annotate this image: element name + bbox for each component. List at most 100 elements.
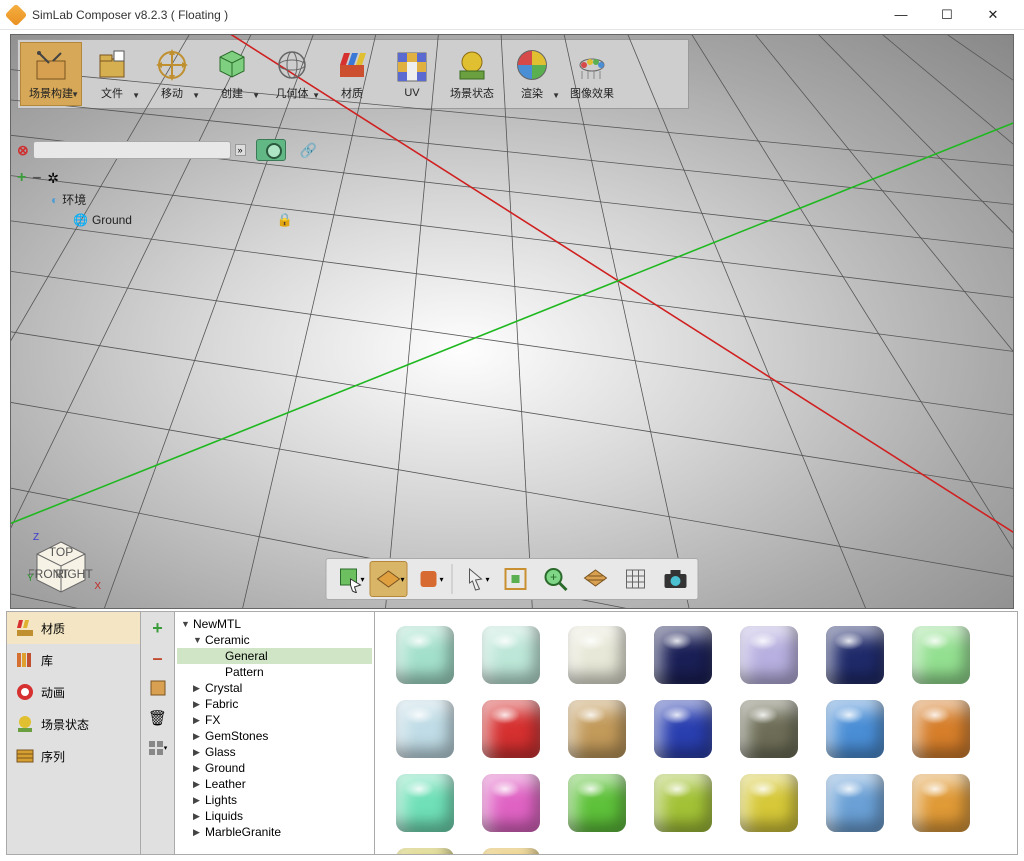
lower-panel: 材质库动画场景状态序列 + – 🗑 ▾ ▼NewMTL▼CeramicGener… — [6, 611, 1018, 855]
material-swatch[interactable] — [385, 842, 465, 854]
toolbar-image-fx-button[interactable]: 图像效果 — [562, 42, 622, 106]
chevron-down-icon: ▼ — [181, 619, 191, 629]
material-swatch[interactable] — [729, 768, 809, 838]
nav-scene-state[interactable]: 场景状态 — [7, 708, 140, 740]
grid-toggle-button[interactable]: ▾ — [370, 561, 408, 597]
add-material-icon[interactable]: + — [146, 618, 170, 638]
toolbar-create-button[interactable]: 创建▼ — [202, 42, 262, 106]
tree-node[interactable]: ▶FX — [177, 712, 372, 728]
snapshot-button[interactable] — [657, 561, 695, 597]
add-icon[interactable]: + — [17, 169, 26, 187]
tree-label: Liquids — [205, 809, 243, 823]
animation-icon — [15, 682, 35, 702]
wireframe-button[interactable] — [617, 561, 655, 597]
trash-icon[interactable]: 🗑 — [146, 708, 170, 728]
perspective-button[interactable] — [577, 561, 615, 597]
nav-animation[interactable]: 动画 — [7, 676, 140, 708]
material-swatch[interactable] — [557, 694, 637, 764]
material-swatch[interactable] — [385, 694, 465, 764]
tree-item-ground[interactable]: 🌐 Ground 🔒 — [17, 210, 317, 230]
toolbar-move-button[interactable]: 移动▼ — [142, 42, 202, 106]
tree-node[interactable]: General — [177, 648, 372, 664]
tree-label: Lights — [205, 793, 237, 807]
select-mode-button[interactable]: ▾ — [330, 561, 368, 597]
material-swatch[interactable] — [643, 768, 723, 838]
remove-icon[interactable]: – — [32, 169, 41, 187]
material-swatch[interactable] — [385, 768, 465, 838]
settings-icon[interactable]: ✲ — [47, 170, 59, 187]
nav-materials[interactable]: 材质 — [7, 612, 140, 644]
material-swatch[interactable] — [471, 620, 551, 690]
toolbar-geometry-button[interactable]: 几何体▼ — [262, 42, 322, 106]
library-icon[interactable] — [146, 678, 170, 698]
material-preview-grid — [375, 612, 1017, 854]
material-swatch[interactable] — [815, 620, 895, 690]
nav-library[interactable]: 库 — [7, 644, 140, 676]
material-swatch[interactable] — [557, 768, 637, 838]
scene-build-icon — [33, 47, 69, 83]
material-swatch[interactable] — [557, 620, 637, 690]
remove-material-icon[interactable]: – — [146, 648, 170, 668]
tree-node[interactable]: ▶Leather — [177, 776, 372, 792]
material-swatch[interactable] — [729, 694, 809, 764]
tree-label: Glass — [205, 745, 236, 759]
tree-node[interactable]: ▶MarbleGranite — [177, 824, 372, 840]
lock-icon[interactable]: 🔒 — [277, 212, 293, 228]
tree-node[interactable]: ▶GemStones — [177, 728, 372, 744]
material-swatch[interactable] — [471, 768, 551, 838]
tree-node[interactable]: ▼NewMTL — [177, 616, 372, 632]
link-icon[interactable]: 🔗 — [300, 142, 317, 159]
toolbar-file-button[interactable]: 文件▼ — [82, 42, 142, 106]
nav-sequence[interactable]: 序列 — [7, 740, 140, 772]
tree-node[interactable]: ▶Fabric — [177, 696, 372, 712]
shading-mode-button[interactable]: ▾ — [410, 561, 448, 597]
material-swatch[interactable] — [729, 620, 809, 690]
dropdown-icon: ▼ — [312, 91, 320, 100]
minimize-button[interactable]: — — [878, 0, 924, 30]
material-swatch[interactable] — [385, 620, 465, 690]
pointer-button[interactable]: ▾ — [457, 561, 495, 597]
chevron-down-icon: ▼ — [193, 635, 203, 645]
material-swatch[interactable] — [471, 694, 551, 764]
tree-item-environment[interactable]: ◐ 环境 — [17, 189, 317, 210]
nav-label: 动画 — [41, 684, 65, 701]
material-swatch[interactable] — [643, 620, 723, 690]
render-icon — [514, 47, 550, 83]
scene-search-input[interactable] — [33, 141, 231, 159]
toolbar-scene-build-button[interactable]: 场景构建▼ — [20, 42, 82, 106]
tree-node[interactable]: Pattern — [177, 664, 372, 680]
material-swatch[interactable] — [471, 842, 551, 854]
fit-view-button[interactable] — [497, 561, 535, 597]
material-swatch[interactable] — [901, 768, 981, 838]
material-swatch[interactable] — [815, 768, 895, 838]
search-expand-icon[interactable]: » — [235, 144, 246, 156]
tree-node[interactable]: ▶Lights — [177, 792, 372, 808]
app-icon — [5, 3, 28, 26]
grid-view-icon[interactable]: ▾ — [146, 738, 170, 758]
toolbar-uv-button[interactable]: UV — [382, 42, 442, 106]
nav-label: 库 — [41, 652, 53, 669]
tree-node[interactable]: ▶Crystal — [177, 680, 372, 696]
cube-right: RIGHT — [55, 567, 93, 581]
close-button[interactable]: ✕ — [970, 0, 1016, 30]
3d-viewport[interactable]: 场景构建▼文件▼移动▼创建▼几何体▼材质UV场景状态渲染▼图像效果 ⊗ » 🔗 … — [10, 34, 1014, 609]
tree-node[interactable]: ▶Ground — [177, 760, 372, 776]
material-swatch[interactable] — [901, 620, 981, 690]
material-swatch[interactable] — [643, 694, 723, 764]
toolbar-scene-state-button[interactable]: 场景状态 — [442, 42, 502, 106]
zoom-button[interactable]: + — [537, 561, 575, 597]
viewport-toolbar: ▾ ▾ ▾ ▾ + — [326, 558, 699, 600]
camera-icon[interactable] — [256, 139, 286, 161]
maximize-button[interactable]: ☐ — [924, 0, 970, 30]
material-swatch[interactable] — [901, 694, 981, 764]
material-swatch[interactable] — [815, 694, 895, 764]
toolbar-materials-button[interactable]: 材质 — [322, 42, 382, 106]
tree-node[interactable]: ▶Glass — [177, 744, 372, 760]
toolbar-label: 图像效果 — [570, 85, 614, 101]
chevron-right-icon: ▶ — [193, 795, 203, 806]
close-icon[interactable]: ⊗ — [17, 142, 29, 159]
view-cube[interactable]: TOP FRONT RIGHT Z Y X — [29, 534, 93, 598]
tree-node[interactable]: ▼Ceramic — [177, 632, 372, 648]
toolbar-render-button[interactable]: 渲染▼ — [502, 42, 562, 106]
tree-node[interactable]: ▶Liquids — [177, 808, 372, 824]
